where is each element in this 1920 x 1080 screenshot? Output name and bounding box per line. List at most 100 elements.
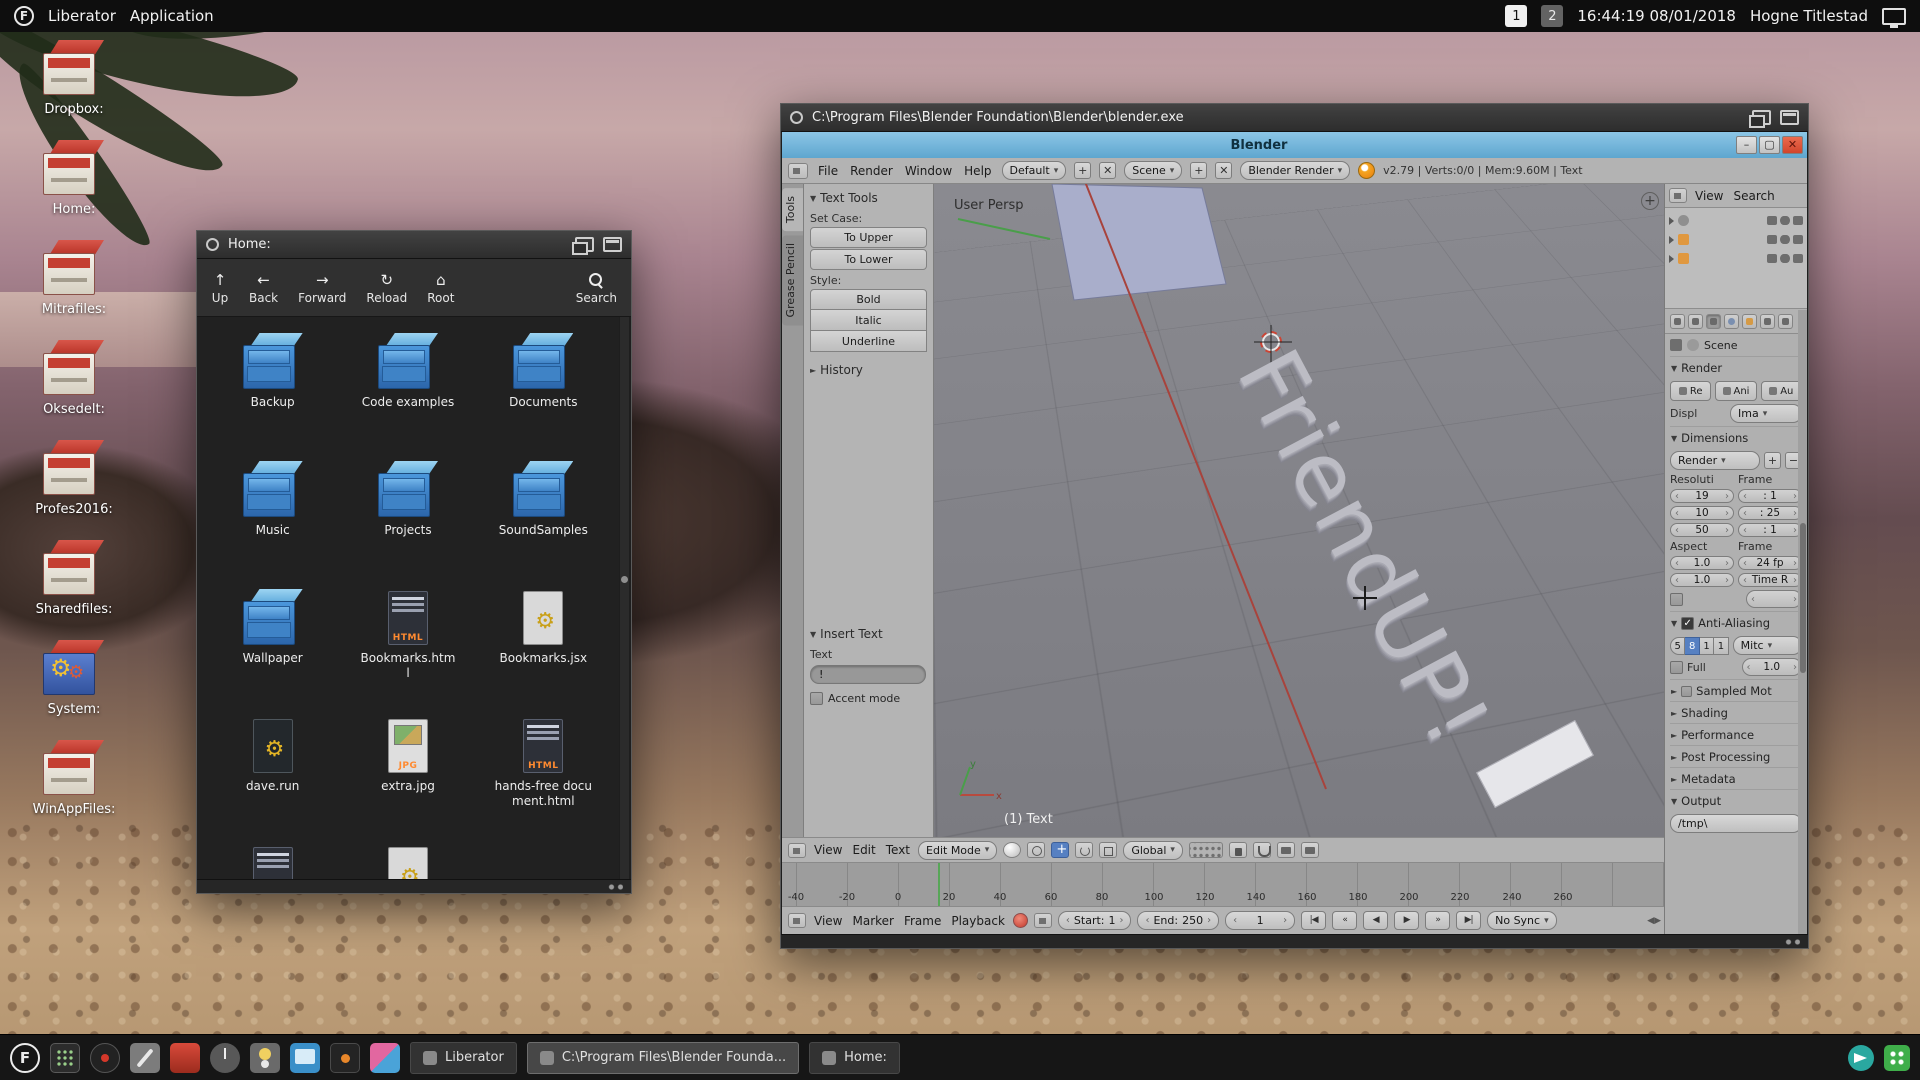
scene-selector[interactable]: Scene▾ xyxy=(1124,161,1182,180)
toolbar-button[interactable]: Reload xyxy=(366,271,407,305)
tab-render-layers-icon[interactable] xyxy=(1688,314,1703,329)
case-button[interactable]: To Lower xyxy=(810,249,927,270)
tray-icon[interactable] xyxy=(1884,1045,1910,1071)
dock-icon[interactable] xyxy=(50,1043,80,1073)
manipulator-rotate-icon[interactable] xyxy=(1075,842,1093,858)
file-item[interactable]: HTML hands-free document.html xyxy=(487,717,599,831)
dimensions-panel-header[interactable]: ▼Dimensions xyxy=(1670,426,1802,448)
insert-text-input[interactable] xyxy=(810,665,926,684)
tray-icon[interactable] xyxy=(1848,1045,1874,1071)
window-depth-gadget[interactable] xyxy=(1752,110,1771,125)
blender-titlebar[interactable]: Blender – ▢ ✕ xyxy=(782,132,1807,158)
timeline-ruler[interactable]: -40 -20 0 20 40 60 80 100 120 140 160 xyxy=(782,863,1667,907)
play-reverse-button[interactable]: ◀ xyxy=(1363,911,1388,930)
manipulator-scale-icon[interactable] xyxy=(1099,842,1117,858)
tab-object-data-icon[interactable] xyxy=(1760,314,1775,329)
file-item[interactable]: JPG extra.jpg xyxy=(352,717,464,831)
outliner-row[interactable] xyxy=(1669,230,1803,249)
topbar-menu[interactable]: Application xyxy=(130,7,214,25)
screen-layout-selector[interactable]: Default▾ xyxy=(1002,161,1067,180)
layout-add-button[interactable]: + xyxy=(1074,162,1091,179)
window-resize-strip[interactable] xyxy=(781,934,1808,948)
file-item[interactable]: HTML Bookmarks.html xyxy=(352,589,464,703)
window-menu-gadget[interactable] xyxy=(790,111,803,124)
desktop-icon[interactable]: Mitrafiles: xyxy=(14,240,134,317)
stepper-field[interactable]: ‹› xyxy=(1746,590,1802,608)
number-field[interactable]: ‹10› xyxy=(1670,506,1734,520)
render-toggle-icon[interactable] xyxy=(1793,216,1803,225)
render-toggle-icon[interactable] xyxy=(1793,254,1803,263)
output-path-field[interactable]: /tmp\ xyxy=(1670,814,1802,833)
scene-object-face[interactable] xyxy=(1052,184,1226,300)
dock-icon[interactable] xyxy=(370,1043,400,1073)
file-item[interactable]: SoundSamples xyxy=(487,461,599,575)
panel-header[interactable]: ▼Text Tools xyxy=(808,188,929,208)
prev-keyframe-button[interactable]: « xyxy=(1332,911,1357,930)
editor-type-icon[interactable] xyxy=(788,163,808,179)
tab-material-icon[interactable] xyxy=(1778,314,1793,329)
toolbar-button[interactable]: Root xyxy=(427,271,454,305)
style-button[interactable]: Bold xyxy=(810,289,927,310)
task-button[interactable]: Liberator xyxy=(410,1042,517,1074)
full-sample-checkbox[interactable] xyxy=(1670,661,1683,674)
mode-dropdown[interactable]: Edit Mode▾ xyxy=(918,841,997,860)
file-item[interactable] xyxy=(217,845,329,879)
render-opengl-anim-icon[interactable] xyxy=(1301,842,1319,858)
frame-end-field[interactable]: ‹End:250› xyxy=(1137,911,1219,930)
desktop-icon[interactable]: WinAppFiles: xyxy=(14,740,134,817)
snap-magnet-icon[interactable] xyxy=(1253,842,1271,858)
jump-start-button[interactable]: |◀ xyxy=(1301,911,1326,930)
dock-icon[interactable] xyxy=(10,1043,40,1073)
menu-item[interactable]: Render xyxy=(848,164,895,178)
number-field[interactable]: ‹19› xyxy=(1670,489,1734,503)
timeline-menu[interactable]: Marker xyxy=(850,914,895,928)
lock-icon[interactable] xyxy=(1229,842,1247,858)
toolbar-button[interactable]: Search xyxy=(576,271,617,305)
cursor-toggle-icon[interactable] xyxy=(1767,254,1777,263)
dock-icon[interactable] xyxy=(90,1043,120,1073)
frame-start-field[interactable]: ‹Start:1› xyxy=(1058,911,1132,930)
viewport-menu[interactable]: Text xyxy=(884,843,912,857)
file-item[interactable]: Music xyxy=(217,461,329,575)
antialiasing-panel-header[interactable]: ▼Anti-Aliasing xyxy=(1670,611,1802,633)
manipulator-translate-icon[interactable] xyxy=(1051,842,1069,858)
outliner-tree[interactable] xyxy=(1665,208,1807,309)
number-field[interactable]: ‹: 1› xyxy=(1738,489,1802,503)
expand-icon[interactable] xyxy=(1669,236,1674,244)
dock-icon[interactable] xyxy=(330,1043,360,1073)
next-keyframe-button[interactable]: » xyxy=(1425,911,1450,930)
history-panel-header[interactable]: ►History xyxy=(808,360,929,380)
resize-grip[interactable] xyxy=(1784,939,1800,945)
scrollbar[interactable] xyxy=(620,317,629,879)
dock-icon[interactable] xyxy=(290,1043,320,1073)
dock-icon[interactable] xyxy=(210,1043,240,1073)
pin-icon[interactable] xyxy=(1670,339,1682,351)
viewport-editor-icon[interactable] xyxy=(788,843,806,858)
number-field[interactable]: ‹24 fp› xyxy=(1738,556,1802,570)
render-engine-dropdown[interactable]: Blender Render▾ xyxy=(1240,161,1350,180)
tab-grease-pencil[interactable]: Grease Pencil xyxy=(782,235,803,325)
maximize-button[interactable]: ▢ xyxy=(1759,136,1780,154)
tab-render-icon[interactable] xyxy=(1670,314,1685,329)
viewport-shading-icon[interactable] xyxy=(1003,842,1021,858)
aa-sample-button[interactable]: 1 xyxy=(1700,637,1714,655)
window-depth-gadget[interactable] xyxy=(575,237,594,252)
desktop-icon[interactable]: Sharedfiles: xyxy=(14,540,134,617)
jump-end-button[interactable]: ▶| xyxy=(1456,911,1481,930)
dock-icon[interactable] xyxy=(130,1043,160,1073)
scrollbar-thumb[interactable] xyxy=(621,576,628,583)
menu-item[interactable]: Window xyxy=(903,164,954,178)
scene-add-button[interactable]: + xyxy=(1190,162,1207,179)
tab-scene-icon[interactable] xyxy=(1706,314,1721,329)
window-maximize-gadget[interactable] xyxy=(1780,110,1799,125)
desktop-icon[interactable]: Home: xyxy=(14,140,134,217)
outliner-row[interactable] xyxy=(1669,211,1803,230)
scrollbar-thumb[interactable] xyxy=(1800,523,1806,673)
render-presets-dropdown[interactable]: Render▾ xyxy=(1670,451,1760,470)
expand-icon[interactable] xyxy=(1669,217,1674,225)
number-field[interactable]: ‹: 1› xyxy=(1738,523,1802,537)
panel-header-collapsed[interactable]: ►Post Processing xyxy=(1670,745,1802,767)
resize-grip[interactable] xyxy=(607,884,623,890)
style-button[interactable]: Underline xyxy=(810,331,927,352)
region-expand-icon[interactable]: + xyxy=(1641,192,1659,210)
